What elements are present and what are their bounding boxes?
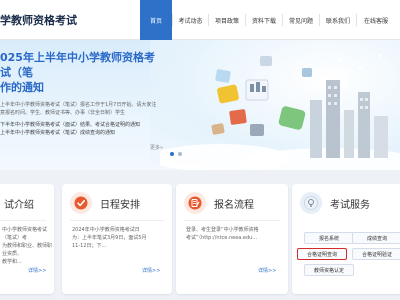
card-body-line: 11-12日；下... bbox=[72, 243, 107, 249]
site-header: 学教师资格考试 首页 考试动态 项目政策 资料下载 常见问题 联系我们 在线客服 bbox=[0, 0, 400, 40]
card-title[interactable]: 试介绍 bbox=[4, 196, 34, 211]
card-header: 日程安排 bbox=[62, 192, 140, 214]
card-body-line: 2024年中小学教师资格考试日 bbox=[72, 227, 140, 233]
hero-text: 025年上半年中小学教师资格考试（笔 作的通知 上半年中小学教师资格考试（笔试）… bbox=[0, 50, 160, 137]
carousel-dot[interactable] bbox=[178, 152, 182, 156]
card-header: 考试服务 bbox=[292, 192, 370, 214]
divider bbox=[184, 220, 280, 221]
card-more-link[interactable]: 详情>> bbox=[258, 267, 276, 274]
carousel-dot-active[interactable] bbox=[170, 152, 174, 156]
divider bbox=[70, 220, 164, 221]
card-exam-intro: 试介绍 中小学教师资格考试（笔试）考 为教师和职业、教师职业资质、 教学和...… bbox=[0, 184, 54, 294]
card-body-line: 登录、考生登录“中小学教师资格 bbox=[186, 227, 259, 233]
divider bbox=[0, 220, 46, 221]
score-query-button[interactable]: 成绩查询 bbox=[352, 232, 400, 244]
card-more-link[interactable]: 详情>> bbox=[28, 267, 46, 274]
card-header: 试介绍 bbox=[0, 192, 34, 214]
checkmark-icon bbox=[70, 192, 92, 214]
card-body-line: 考试”（http://ntce.neea.edu... bbox=[186, 235, 258, 241]
card-body-line: 教学和... bbox=[2, 259, 22, 265]
site-title[interactable]: 学教师资格考试 bbox=[0, 12, 77, 28]
hero-summary: 上半年中小学教师资格考试（笔试）报名工作于1月7日开始。请大家注意报名时间。学生… bbox=[0, 102, 157, 116]
main-nav: 首页 考试动态 项目政策 资料下载 常见问题 联系我们 在线客服 bbox=[140, 0, 395, 40]
nav-item-policy[interactable]: 项目政策 bbox=[209, 0, 245, 40]
nav-item-exam-news[interactable]: 考试动态 bbox=[173, 0, 208, 40]
hero-illustration bbox=[160, 54, 400, 170]
hero-more-link[interactable]: 更多» bbox=[150, 144, 163, 151]
card-header: 报名流程 bbox=[176, 192, 254, 214]
nav-item-home[interactable]: 首页 bbox=[140, 0, 172, 40]
teacher-qualification-button[interactable]: 教师资格认定 bbox=[304, 264, 354, 276]
card-body-line: 为教师和职业、教师职业资质、 bbox=[2, 243, 53, 257]
hero-title-line-1[interactable]: 025年上半年中小学教师资格考试（笔 bbox=[0, 50, 160, 80]
lightbulb-icon bbox=[300, 192, 322, 214]
card-body-line: 为：上半年笔试3月9日，面试5月 bbox=[72, 235, 147, 241]
hero-title-line-2[interactable]: 作的通知 bbox=[0, 80, 160, 95]
nav-item-downloads[interactable]: 资料下载 bbox=[246, 0, 282, 40]
card-registration: 报名流程 登录、考生登录“中小学教师资格 考试”（http://ntce.nee… bbox=[176, 184, 288, 294]
nav-item-online-service[interactable]: 在线客服 bbox=[357, 0, 395, 40]
hero-banner: 025年上半年中小学教师资格考试（笔 作的通知 上半年中小学教师资格考试（笔试）… bbox=[0, 40, 400, 170]
card-title[interactable]: 日程安排 bbox=[100, 196, 140, 211]
card-body: 登录、考生登录“中小学教师资格 考试”（http://ntce.neea.edu… bbox=[186, 226, 259, 242]
certificate-verify-button[interactable]: 合格证明验证 bbox=[352, 248, 400, 260]
hero-title[interactable]: 025年上半年中小学教师资格考试（笔 作的通知 bbox=[0, 50, 160, 95]
card-title[interactable]: 考试服务 bbox=[330, 196, 370, 211]
hero-news-item[interactable]: 下半年中小学教师资格考试（面试）结果、考试合格证明的通知 bbox=[0, 121, 160, 129]
card-exam-service: 考试服务 报名系统 成绩查询 合格证明查询 合格证明验证 教师资格认定 bbox=[292, 184, 400, 294]
registration-system-button[interactable]: 报名系统 bbox=[304, 232, 354, 244]
nav-item-contact[interactable]: 联系我们 bbox=[320, 0, 356, 40]
card-body: 2024年中小学教师资格考试日 为：上半年笔试3月9日，面试5月 11-12日；… bbox=[72, 226, 147, 250]
card-schedule: 日程安排 2024年中小学教师资格考试日 为：上半年笔试3月9日，面试5月 11… bbox=[62, 184, 172, 294]
edit-icon bbox=[184, 192, 206, 214]
card-more-link[interactable]: 详情>> bbox=[142, 267, 160, 274]
card-body-line: 中小学教师资格考试（笔试）考 bbox=[2, 227, 48, 241]
hero-news-list: 下半年中小学教师资格考试（面试）结果、考试合格证明的通知 上半年中小学教师资格考… bbox=[0, 121, 160, 137]
card-body: 中小学教师资格考试（笔试）考 为教师和职业、教师职业资质、 教学和... bbox=[2, 226, 54, 266]
card-title[interactable]: 报名流程 bbox=[214, 196, 254, 211]
hero-news-item[interactable]: 上半年中小学教师资格考试（笔试）成绩查询的通知 bbox=[0, 129, 160, 137]
nav-item-faq[interactable]: 常见问题 bbox=[283, 0, 319, 40]
certificate-query-button[interactable]: 合格证明查询 bbox=[297, 248, 347, 260]
